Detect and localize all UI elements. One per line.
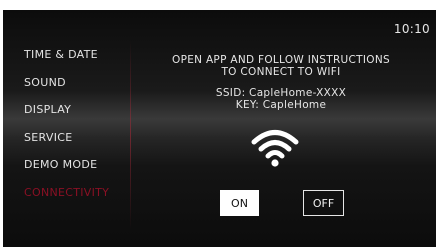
- connectivity-panel: OPEN APP AND FOLLOW INSTRUCTIONS TO CONN…: [149, 54, 413, 111]
- ssid-text: SSID: CapleHome-XXXX: [215, 87, 347, 99]
- wifi-icon: [251, 130, 299, 167]
- menu-item-service[interactable]: SERVICE: [24, 131, 124, 159]
- menu-divider: [130, 40, 131, 230]
- menu-item-connectivity[interactable]: CONNECTIVITY: [24, 186, 124, 214]
- instruction-line-1: OPEN APP AND FOLLOW INSTRUCTIONS: [172, 54, 390, 66]
- menu-item-demo-mode[interactable]: DEMO MODE: [24, 158, 124, 186]
- settings-menu: TIME & DATE SOUND DISPLAY SERVICE DEMO M…: [24, 48, 124, 213]
- display-screen: 10:10 TIME & DATE SOUND DISPLAY SERVICE …: [3, 10, 436, 247]
- menu-item-sound[interactable]: SOUND: [24, 76, 124, 104]
- wifi-off-button[interactable]: OFF: [303, 190, 344, 216]
- wifi-on-button[interactable]: ON: [220, 190, 259, 216]
- clock: 10:10: [393, 22, 430, 36]
- menu-item-time-date[interactable]: TIME & DATE: [24, 48, 124, 76]
- menu-item-display[interactable]: DISPLAY: [24, 103, 124, 131]
- key-text: KEY: CapleHome: [235, 98, 327, 111]
- instruction-line-2: TO CONNECT TO WIFI: [221, 65, 341, 78]
